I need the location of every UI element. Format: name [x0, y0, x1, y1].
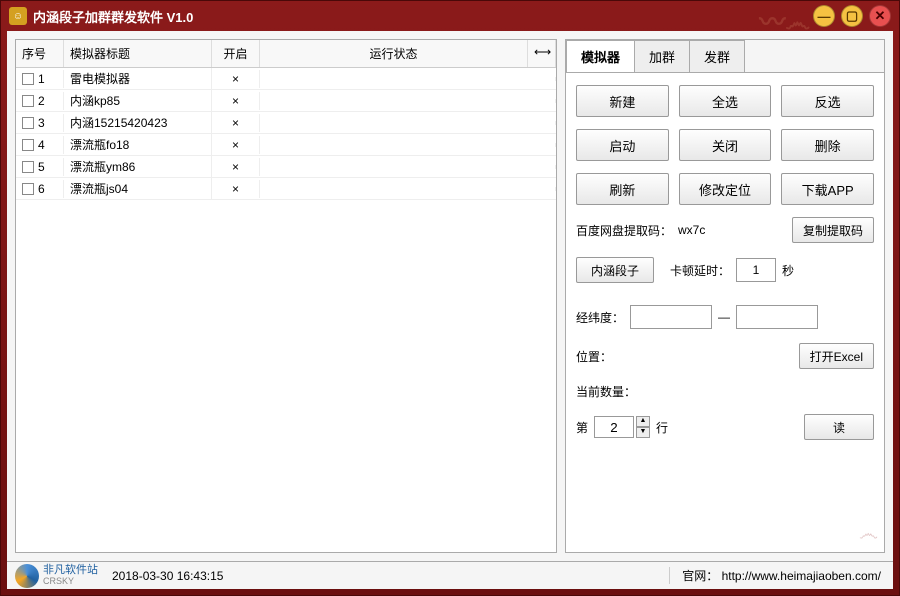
row-open: ×: [212, 92, 260, 110]
delay-label: 卡顿延时：: [670, 262, 730, 279]
editloc-button[interactable]: 修改定位: [679, 173, 772, 205]
tab-addgroup[interactable]: 加群: [634, 40, 690, 72]
row-title: 内涵kp85: [64, 90, 212, 111]
downloadapp-button[interactable]: 下载APP: [781, 173, 874, 205]
simulator-table: 序号 模拟器标题 开启 运行状态 ⟷ 1雷电模拟器×2内涵kp85×3内涵152…: [15, 39, 557, 553]
row-title: 内涵15215420423: [64, 112, 212, 133]
table-header: 序号 模拟器标题 开启 运行状态 ⟷: [16, 40, 556, 68]
copycode-button[interactable]: 复制提取码: [792, 217, 874, 243]
row-status: [260, 187, 556, 191]
app-window: ☺ 内涵段子加群群发软件 V1.0 〰෴ — ▢ ✕ 序号 模拟器标题 开启 运…: [0, 0, 900, 596]
right-panel: 模拟器 加群 发群 新建 全选 反选 启动 关闭 删除 刷新 修改定位: [565, 39, 885, 553]
row-checkbox[interactable]: [22, 73, 34, 85]
row-title: 漂流瓶fo18: [64, 134, 212, 155]
app-icon: ☺: [9, 7, 27, 25]
col-drag-icon[interactable]: ⟷: [528, 40, 556, 67]
minimize-button[interactable]: —: [813, 5, 835, 27]
row-spinner[interactable]: ▲ ▼: [594, 416, 650, 438]
row-suffix: 行: [656, 419, 668, 436]
row-checkbox[interactable]: [22, 139, 34, 151]
table-row[interactable]: 6 漂流瓶js04×: [16, 178, 556, 200]
col-title[interactable]: 模拟器标题: [64, 40, 212, 67]
close-button[interactable]: ✕: [869, 5, 891, 27]
row-status: [260, 99, 556, 103]
table-row[interactable]: 1 雷电模拟器×: [16, 68, 556, 90]
brand-text: 非凡软件站: [43, 565, 98, 576]
col-status[interactable]: 运行状态: [260, 40, 528, 67]
row-checkbox[interactable]: [22, 95, 34, 107]
brand-area: 非凡软件站 CRSKY: [7, 564, 106, 588]
table-row[interactable]: 2 内涵kp85×: [16, 90, 556, 112]
delay-unit: 秒: [782, 262, 794, 279]
delete-button[interactable]: 删除: [781, 129, 874, 161]
row-open: ×: [212, 70, 260, 88]
delay-input[interactable]: [736, 258, 776, 282]
row-status: [260, 77, 556, 81]
row-input[interactable]: [594, 416, 634, 438]
row-checkbox[interactable]: [22, 183, 34, 195]
row-status: [260, 143, 556, 147]
website-label: 官网：: [682, 569, 718, 583]
baidu-label: 百度网盘提取码：: [576, 222, 672, 239]
row-open: ×: [212, 180, 260, 198]
row-title: 雷电模拟器: [64, 68, 212, 89]
table-body: 1雷电模拟器×2内涵kp85×3内涵15215420423×4漂流瓶fo18×5…: [16, 68, 556, 200]
row-seq: 2: [38, 94, 45, 108]
refresh-button[interactable]: 刷新: [576, 173, 669, 205]
status-datetime: 2018-03-30 16:43:15: [112, 569, 223, 583]
tab-simulator[interactable]: 模拟器: [566, 40, 635, 72]
tab-bar: 模拟器 加群 发群: [566, 40, 884, 72]
row-prefix: 第: [576, 419, 588, 436]
row-title: 漂流瓶js04: [64, 178, 212, 199]
neihan-button[interactable]: 内涵段子: [576, 257, 654, 283]
dash-separator: —: [718, 310, 730, 324]
row-seq: 5: [38, 160, 45, 174]
read-button[interactable]: 读: [804, 414, 874, 440]
brand-logo-icon: [15, 564, 39, 588]
row-seq: 6: [38, 182, 45, 196]
tab-sendgroup[interactable]: 发群: [689, 40, 745, 72]
row-seq: 3: [38, 116, 45, 130]
row-open: ×: [212, 158, 260, 176]
spinner-up-icon[interactable]: ▲: [636, 416, 650, 427]
openexcel-button[interactable]: 打开Excel: [799, 343, 874, 369]
location-label: 位置：: [576, 348, 612, 365]
table-row[interactable]: 5 漂流瓶ym86×: [16, 156, 556, 178]
table-row[interactable]: 4 漂流瓶fo18×: [16, 134, 556, 156]
count-label: 当前数量：: [576, 383, 636, 400]
baidu-code: wx7c: [678, 223, 705, 237]
col-open[interactable]: 开启: [212, 40, 260, 67]
tab-content: 新建 全选 反选 启动 关闭 删除 刷新 修改定位 下载APP 百度网盘提取码：…: [566, 72, 884, 552]
row-seq: 4: [38, 138, 45, 152]
lat-input[interactable]: [736, 305, 818, 329]
row-status: [260, 121, 556, 125]
lng-input[interactable]: [630, 305, 712, 329]
row-checkbox[interactable]: [22, 161, 34, 173]
row-title: 漂流瓶ym86: [64, 156, 212, 177]
close-sim-button[interactable]: 关闭: [679, 129, 772, 161]
maximize-button[interactable]: ▢: [841, 5, 863, 27]
window-title: 内涵段子加群群发软件 V1.0: [33, 7, 193, 26]
lnglat-label: 经纬度：: [576, 309, 624, 326]
new-button[interactable]: 新建: [576, 85, 669, 117]
titlebar[interactable]: ☺ 内涵段子加群群发软件 V1.0 〰෴ — ▢ ✕: [1, 1, 899, 31]
statusbar: 非凡软件站 CRSKY 2018-03-30 16:43:15 官网： http…: [7, 561, 893, 589]
brand-watermark: CRSKY: [43, 576, 98, 587]
row-open: ×: [212, 114, 260, 132]
selectall-button[interactable]: 全选: [679, 85, 772, 117]
col-seq[interactable]: 序号: [16, 40, 64, 67]
website-url: http://www.heimajiaoben.com/: [722, 569, 881, 583]
row-seq: 1: [38, 72, 45, 86]
start-button[interactable]: 启动: [576, 129, 669, 161]
row-status: [260, 165, 556, 169]
row-checkbox[interactable]: [22, 117, 34, 129]
invert-button[interactable]: 反选: [781, 85, 874, 117]
table-row[interactable]: 3 内涵15215420423×: [16, 112, 556, 134]
row-open: ×: [212, 136, 260, 154]
content-area: 序号 模拟器标题 开启 运行状态 ⟷ 1雷电模拟器×2内涵kp85×3内涵152…: [7, 31, 893, 561]
spinner-down-icon[interactable]: ▼: [636, 427, 650, 438]
